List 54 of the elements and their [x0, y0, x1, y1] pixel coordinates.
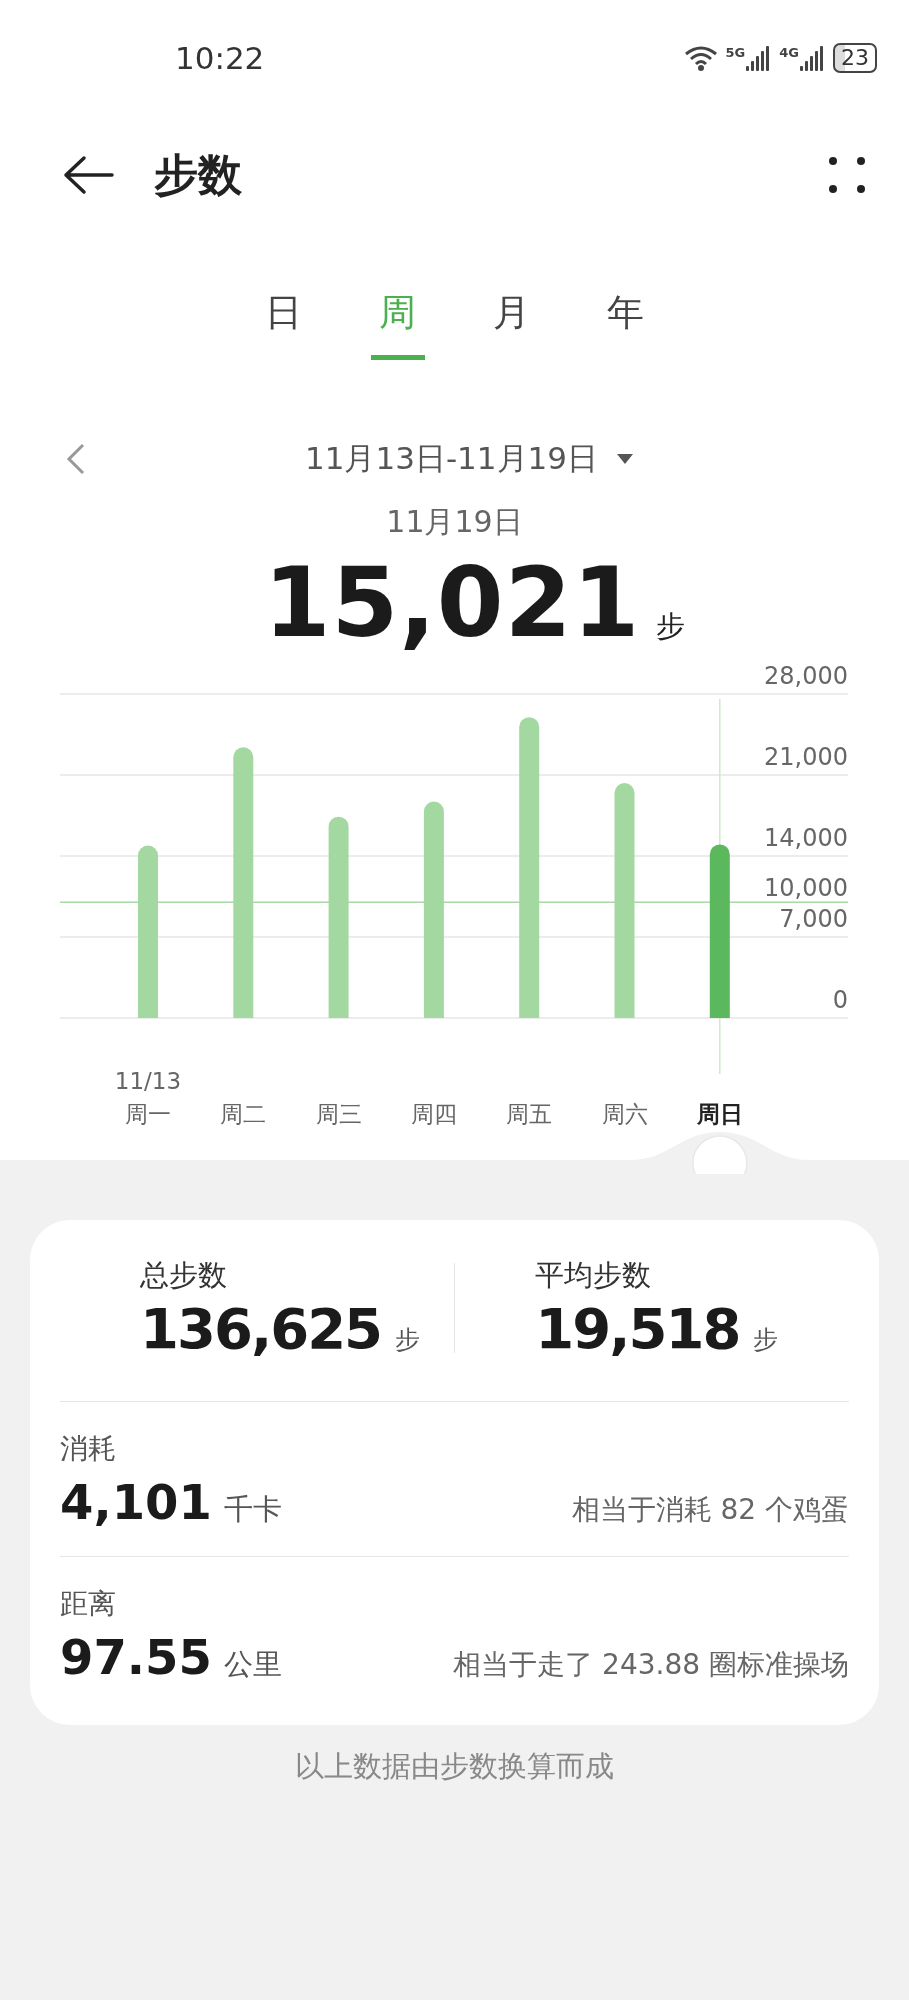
period-tab[interactable]: 年	[598, 285, 653, 360]
unit-label: 步	[753, 1323, 779, 1356]
goal-label: 10,000	[764, 874, 848, 903]
equivalence-note: 相当于走了 243.88 圈标准操场	[453, 1646, 849, 1683]
selected-date: 11月19日	[386, 503, 523, 541]
network-label: 5G	[725, 44, 746, 60]
page-title: 步数	[154, 147, 243, 202]
metric-value: 4,101	[60, 1473, 212, 1530]
stat-value: 136,625	[140, 1295, 382, 1361]
metric-label: 消耗	[60, 1431, 116, 1465]
bar[interactable]	[519, 716, 540, 1018]
axis-label: 28,000	[764, 661, 848, 690]
period-tab[interactable]: 月	[484, 285, 539, 360]
unit-label: 步	[395, 1323, 421, 1356]
unit-label: 千卡	[223, 1490, 282, 1528]
day-label: 周三	[315, 1100, 362, 1127]
footnote: 以上数据由步数换算而成	[294, 1747, 615, 1785]
date-range-dropdown[interactable]: 11月13日-11月19日	[275, 438, 634, 480]
caret-icon	[616, 453, 634, 465]
equivalence-note: 相当于消耗 82 个鸡蛋	[571, 1491, 849, 1528]
bar[interactable]	[328, 816, 349, 1018]
battery-indicator: 23	[833, 42, 877, 73]
date-label: 11/13	[114, 1067, 182, 1094]
day-label: 周六	[601, 1100, 648, 1127]
day-label: 周日	[696, 1100, 743, 1127]
bar[interactable]	[233, 747, 254, 1018]
bar[interactable]	[709, 844, 730, 1018]
stat-label: 总步数	[140, 1256, 228, 1294]
stat-value: 19,518	[535, 1295, 740, 1361]
status-time: 10:22	[175, 39, 265, 76]
step-count: 15,021	[263, 553, 641, 654]
period-tab[interactable]: 日	[256, 285, 311, 360]
day-label: 周四	[410, 1100, 457, 1127]
bar[interactable]	[614, 782, 635, 1018]
metric-value: 97.55	[60, 1628, 212, 1685]
day-label: 周五	[506, 1100, 553, 1127]
signal-icon	[745, 44, 772, 71]
network-label: 4G	[779, 44, 799, 60]
axis-label: 7,000	[779, 904, 848, 933]
metric-label: 距离	[60, 1586, 116, 1620]
back-button[interactable]	[62, 155, 114, 195]
axis-label: 14,000	[764, 823, 848, 852]
axis-label: 0	[832, 985, 848, 1014]
stat-label: 平均步数	[535, 1256, 653, 1294]
day-label: 周二	[220, 1100, 267, 1127]
axis-label: 21,000	[764, 742, 848, 771]
bar[interactable]	[138, 845, 158, 1018]
wifi-icon	[683, 44, 718, 71]
bar[interactable]	[423, 801, 444, 1018]
signal-icon	[799, 44, 825, 71]
day-label: 周一	[125, 1100, 171, 1127]
unit-label: 步	[656, 608, 686, 645]
previous-button[interactable]	[66, 442, 86, 476]
unit-label: 公里	[223, 1645, 282, 1683]
